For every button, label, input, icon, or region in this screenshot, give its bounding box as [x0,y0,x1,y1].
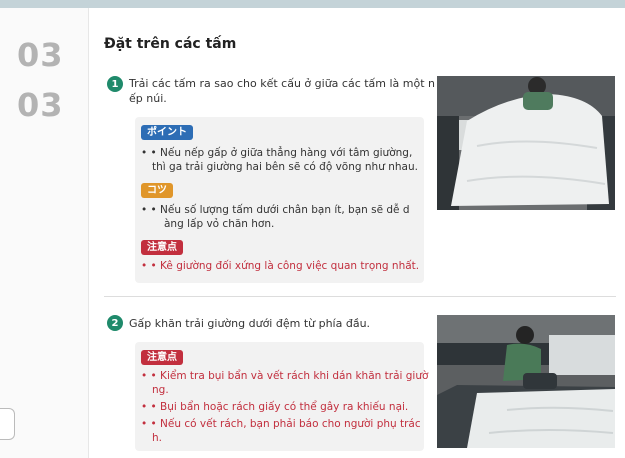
caution-1-line1: • • Kê giường đối xứng là công việc quan… [141,260,420,272]
side-tab-handle[interactable] [0,408,15,440]
top-bar [0,0,625,8]
caution-2a-line1: • • Kiểm tra bụi bẩn và vết rách khi dán… [141,370,429,382]
point-line1: • • Nếu nếp gấp ở giữa thẳng hàng với tâ… [141,147,413,159]
caution-tag-2: 注意点 [141,350,183,365]
step-2-badge: 2 [107,315,123,331]
step-number-top: 03 [17,36,64,74]
caution-2c-line1: • • Nếu có vết rách, bạn phải báo cho ng… [141,418,421,430]
point-line2: thì ga trải giường hai bên sẽ có độ võng… [152,161,418,173]
tip-line2: àng lấp vỏ chăn hơn. [164,218,275,230]
caution-2b-line1: • • Bụi bẩn hoặc rách giấy có thể gây ra… [141,401,409,413]
section-divider [104,296,616,297]
step-1-text-line1: Trải các tấm ra sao cho kết cấu ở giữa c… [129,77,436,90]
page-title: Đặt trên các tấm [104,36,237,52]
caution-tag-1: 注意点 [141,240,183,255]
caution-2c-line2: h. [152,432,162,444]
point-tag: ポイント [141,125,193,140]
photo-spreading-sheet [437,76,615,210]
step-1-text-line2: ếp núi. [129,92,167,105]
tip-line1: • • Nếu số lượng tấm dưới chân bạn ít, b… [141,204,410,216]
left-sidebar [0,8,89,458]
step-2-text-line1: Gấp khăn trải giường dưới đệm từ phía đầ… [129,317,371,330]
caution-2a-line2: ng. [152,384,169,396]
tip-tag: コツ [141,183,173,198]
step-number-bottom: 03 [17,86,64,124]
photo-tucking-sheet [437,315,615,448]
step-1-badge: 1 [107,76,123,92]
